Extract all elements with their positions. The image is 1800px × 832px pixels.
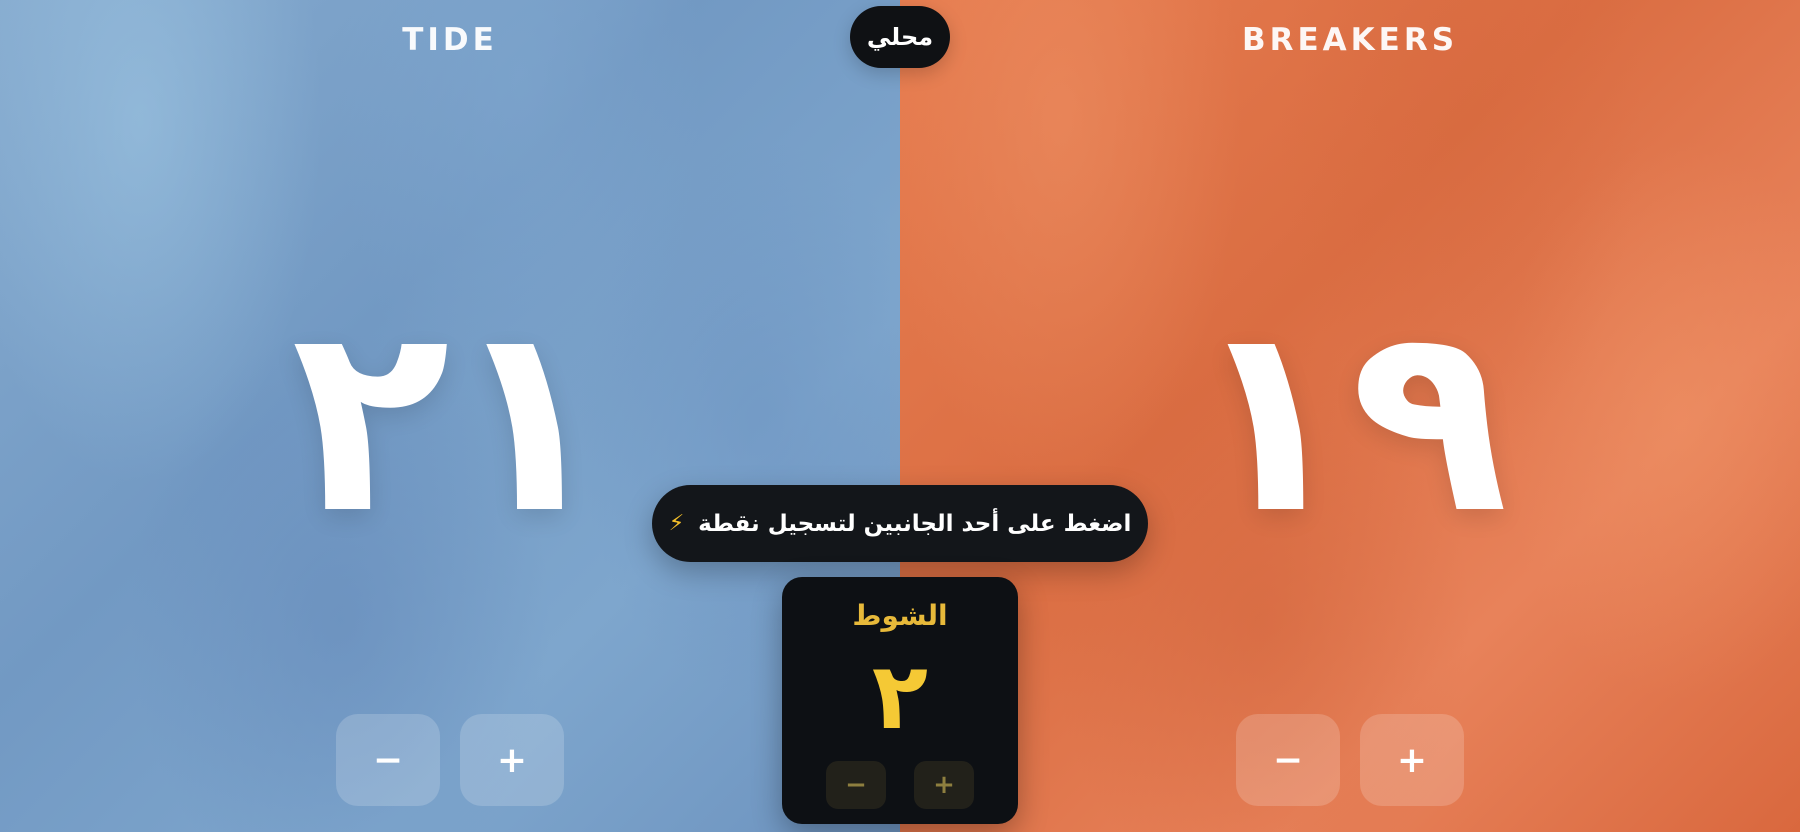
- set-minus-button[interactable]: −: [826, 761, 886, 809]
- set-plus-button[interactable]: +: [914, 761, 974, 809]
- team-right-controls: − +: [1236, 714, 1464, 806]
- lightning-bolt-icon: ⚡: [668, 511, 685, 536]
- team-left-panel[interactable]: TIDE ٢١ − +: [0, 0, 900, 832]
- scoreboard-app: TIDE ٢١ − + BREAKERS ١٩ − + محلي اضغط عل…: [0, 0, 1800, 832]
- team-left-controls: − +: [336, 714, 564, 806]
- mode-toggle-button[interactable]: محلي: [850, 6, 950, 68]
- team-right-plus-button[interactable]: +: [1360, 714, 1464, 806]
- team-left-name: TIDE: [402, 22, 498, 58]
- team-left-minus-button[interactable]: −: [336, 714, 440, 806]
- team-right-name: BREAKERS: [1241, 22, 1459, 58]
- team-right-panel[interactable]: BREAKERS ١٩ − +: [900, 0, 1800, 832]
- set-counter-panel: الشوط ٢ − +: [782, 577, 1018, 824]
- team-left-plus-button[interactable]: +: [460, 714, 564, 806]
- tap-hint-banner: اضغط على أحد الجانبين لتسجيل نقطة ⚡: [652, 485, 1148, 562]
- hint-text: اضغط على أحد الجانبين لتسجيل نقطة: [698, 510, 1132, 537]
- team-right-minus-button[interactable]: −: [1236, 714, 1340, 806]
- set-label: الشوط: [852, 599, 948, 632]
- set-value: ٢: [871, 643, 929, 750]
